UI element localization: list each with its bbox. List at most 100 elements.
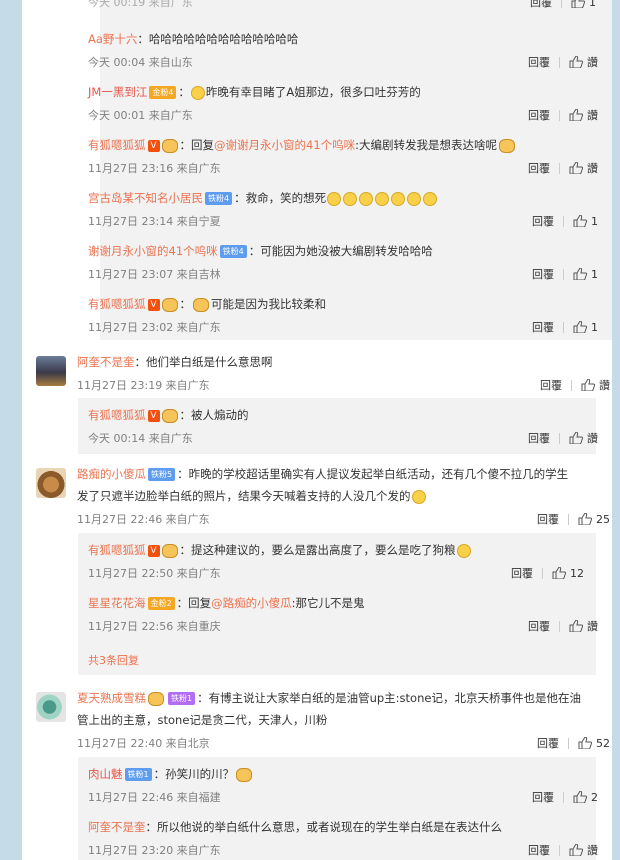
reply-button[interactable]: 回覆	[528, 430, 550, 446]
like-icon[interactable]	[569, 844, 583, 856]
cat-face-icon	[499, 138, 516, 153]
reply-button[interactable]: 回覆	[528, 618, 550, 634]
comment-time: 11月27日 23:20 来自广东	[88, 844, 221, 857]
comment-actions: 回覆 讚	[528, 618, 598, 634]
cat-face-icon	[236, 767, 253, 782]
reply-button[interactable]: 回覆	[540, 377, 562, 393]
username-link[interactable]: 阿奎不是奎	[88, 820, 146, 834]
mention-link[interactable]: @路痴的小傻瓜	[211, 596, 292, 610]
reply-button[interactable]: 回覆	[532, 213, 554, 229]
like-icon[interactable]	[573, 321, 587, 333]
username-link[interactable]: 有狐嗯狐狐	[88, 138, 146, 152]
fan-badge: 铁粉5	[148, 468, 176, 481]
reply-button[interactable]: 回覆	[528, 842, 550, 858]
like-icon[interactable]	[569, 162, 583, 174]
laughing-face-icon	[190, 85, 205, 100]
fan-badge: 铁粉1	[124, 768, 152, 781]
comment-actions: 回覆 讚	[528, 107, 598, 123]
like-icon[interactable]	[552, 567, 566, 579]
reply-button[interactable]: 回覆	[537, 511, 559, 527]
comment-text: 哈哈哈哈哈哈哈哈哈哈哈哈哈	[148, 32, 299, 46]
like-icon[interactable]	[578, 737, 592, 749]
username-link[interactable]: 路痴的小傻瓜	[77, 467, 146, 481]
like-icon[interactable]	[571, 0, 585, 8]
like-label: 讚	[587, 56, 598, 69]
comment-text: 有博主说让大家举白纸的是油管up主:stone记，北京天桥事件也是他在油	[208, 691, 581, 705]
reply-button[interactable]: 回覆	[528, 160, 550, 176]
comment-text: 提这种建议的，要么是露出高度了，要么是吃了狗粮	[191, 543, 456, 557]
username-link[interactable]: 阿奎不是奎	[77, 355, 135, 369]
comment-text: 昨晚的学校超话里确实有人提议发起举白纸活动，还有几个傻不拉几的学生	[188, 467, 569, 481]
avatar[interactable]	[36, 468, 66, 498]
separator: ：	[177, 467, 189, 481]
cat-avatar-icon	[161, 408, 178, 423]
username-link[interactable]: 有狐嗯狐狐	[88, 297, 146, 311]
like-icon[interactable]	[573, 268, 587, 280]
reply-button[interactable]: 回覆	[532, 789, 554, 805]
reply-button[interactable]: 回覆	[511, 565, 533, 581]
username-link[interactable]: 星星花花海	[88, 596, 146, 610]
comment-line-2: 发了只遮半边脸举白纸的照片，结果今天喊着支持的人没几个发的	[77, 487, 427, 505]
comment-time: 今天 00:14 来自广东	[88, 432, 193, 445]
separator: ：	[178, 85, 190, 99]
comment-actions: 回覆 讚	[528, 160, 598, 176]
username-link[interactable]: Aa野十六	[88, 32, 137, 46]
mention-link[interactable]: @谢谢月永小窗的41个呜咪	[214, 138, 355, 152]
reply-button[interactable]: 回覆	[537, 735, 559, 751]
username-link[interactable]: 谢谢月永小窗的41个呜咪	[88, 244, 218, 258]
like-icon[interactable]	[581, 379, 595, 391]
separator: ：	[179, 543, 192, 557]
comment-actions: 回覆 1	[530, 0, 596, 10]
fan-badge: 金粉2	[147, 597, 175, 610]
username-link[interactable]: 有狐嗯狐狐	[88, 408, 146, 422]
reply-button[interactable]: 回覆	[530, 0, 552, 10]
like-icon[interactable]	[569, 109, 583, 121]
like-icon[interactable]	[569, 56, 583, 68]
reply-button[interactable]: 回覆	[532, 266, 554, 282]
like-label: 讚	[587, 162, 598, 175]
comment-line-2: 管上出的主意，stone记是贪二代，天津人，川粉	[77, 711, 327, 729]
username-link[interactable]: 宫古岛某不知名小居民	[88, 191, 203, 205]
like-count: 1	[591, 214, 598, 228]
more-replies-link[interactable]: 共3条回复	[88, 652, 139, 668]
comment-text: 他们举白纸是什么意思啊	[146, 355, 273, 369]
like-count: 25	[596, 512, 610, 526]
like-icon[interactable]	[573, 215, 587, 227]
reply-button[interactable]: 回覆	[532, 319, 554, 335]
comment-text: ：回复	[179, 138, 215, 152]
laughing-tears-icon	[423, 191, 438, 206]
comment-text: 昨晚有幸目睹了A姐那边，很多口吐芬芳的	[205, 85, 421, 99]
cat-avatar-icon	[148, 691, 164, 706]
fan-badge: 金粉4	[149, 86, 177, 99]
comment-text: 被人煽动的	[191, 408, 249, 422]
comment-time: 11月27日 23:16 来自广东	[88, 162, 221, 175]
avatar[interactable]	[36, 692, 66, 722]
username-link[interactable]: 有狐嗯狐狐	[88, 543, 146, 557]
reply-line: Aa野十六：哈哈哈哈哈哈哈哈哈哈哈哈哈	[88, 30, 298, 48]
username-link[interactable]: 肉山魅	[88, 767, 123, 781]
reply-line: JM一黑到江 金粉4： 昨晚有幸目睹了A姐那边，很多口吐芬芳的	[88, 83, 421, 101]
comment-text: 所以他说的举白纸什么意思，或者说现在的学生举白纸是在表达什么	[157, 820, 502, 834]
scrollbar[interactable]	[612, 0, 620, 860]
username-link[interactable]: 夏天熟成雪糕	[77, 691, 146, 705]
comment-text-2: :大编剧转发我是想表达啥呢	[355, 138, 498, 152]
like-icon[interactable]	[569, 620, 583, 632]
reply-line: 有狐嗯狐狐 V ：被人煽动的	[88, 406, 249, 424]
like-icon[interactable]	[573, 791, 587, 803]
comment-text: 救命，笑的想死	[245, 191, 327, 205]
comment-actions: 回覆 讚	[528, 430, 598, 446]
comment-actions: 回覆 讚	[528, 54, 598, 70]
reply-button[interactable]: 回覆	[528, 54, 550, 70]
cat-avatar-icon	[161, 543, 178, 558]
like-icon[interactable]	[569, 432, 583, 444]
reply-button[interactable]: 回覆	[528, 107, 550, 123]
username-link[interactable]: JM一黑到江	[88, 85, 147, 99]
like-icon[interactable]	[578, 513, 592, 525]
comment-time: 今天 00:04 来自山东	[88, 56, 193, 69]
like-label: 讚	[599, 379, 610, 392]
comment-actions: 回覆 2	[532, 789, 598, 805]
comment-actions: 回覆 12	[511, 565, 584, 581]
avatar[interactable]	[36, 356, 66, 386]
comment-time: 11月27日 23:02 来自广东	[88, 321, 221, 334]
comment-time: 11月27日 23:19 来自广东	[77, 379, 210, 392]
